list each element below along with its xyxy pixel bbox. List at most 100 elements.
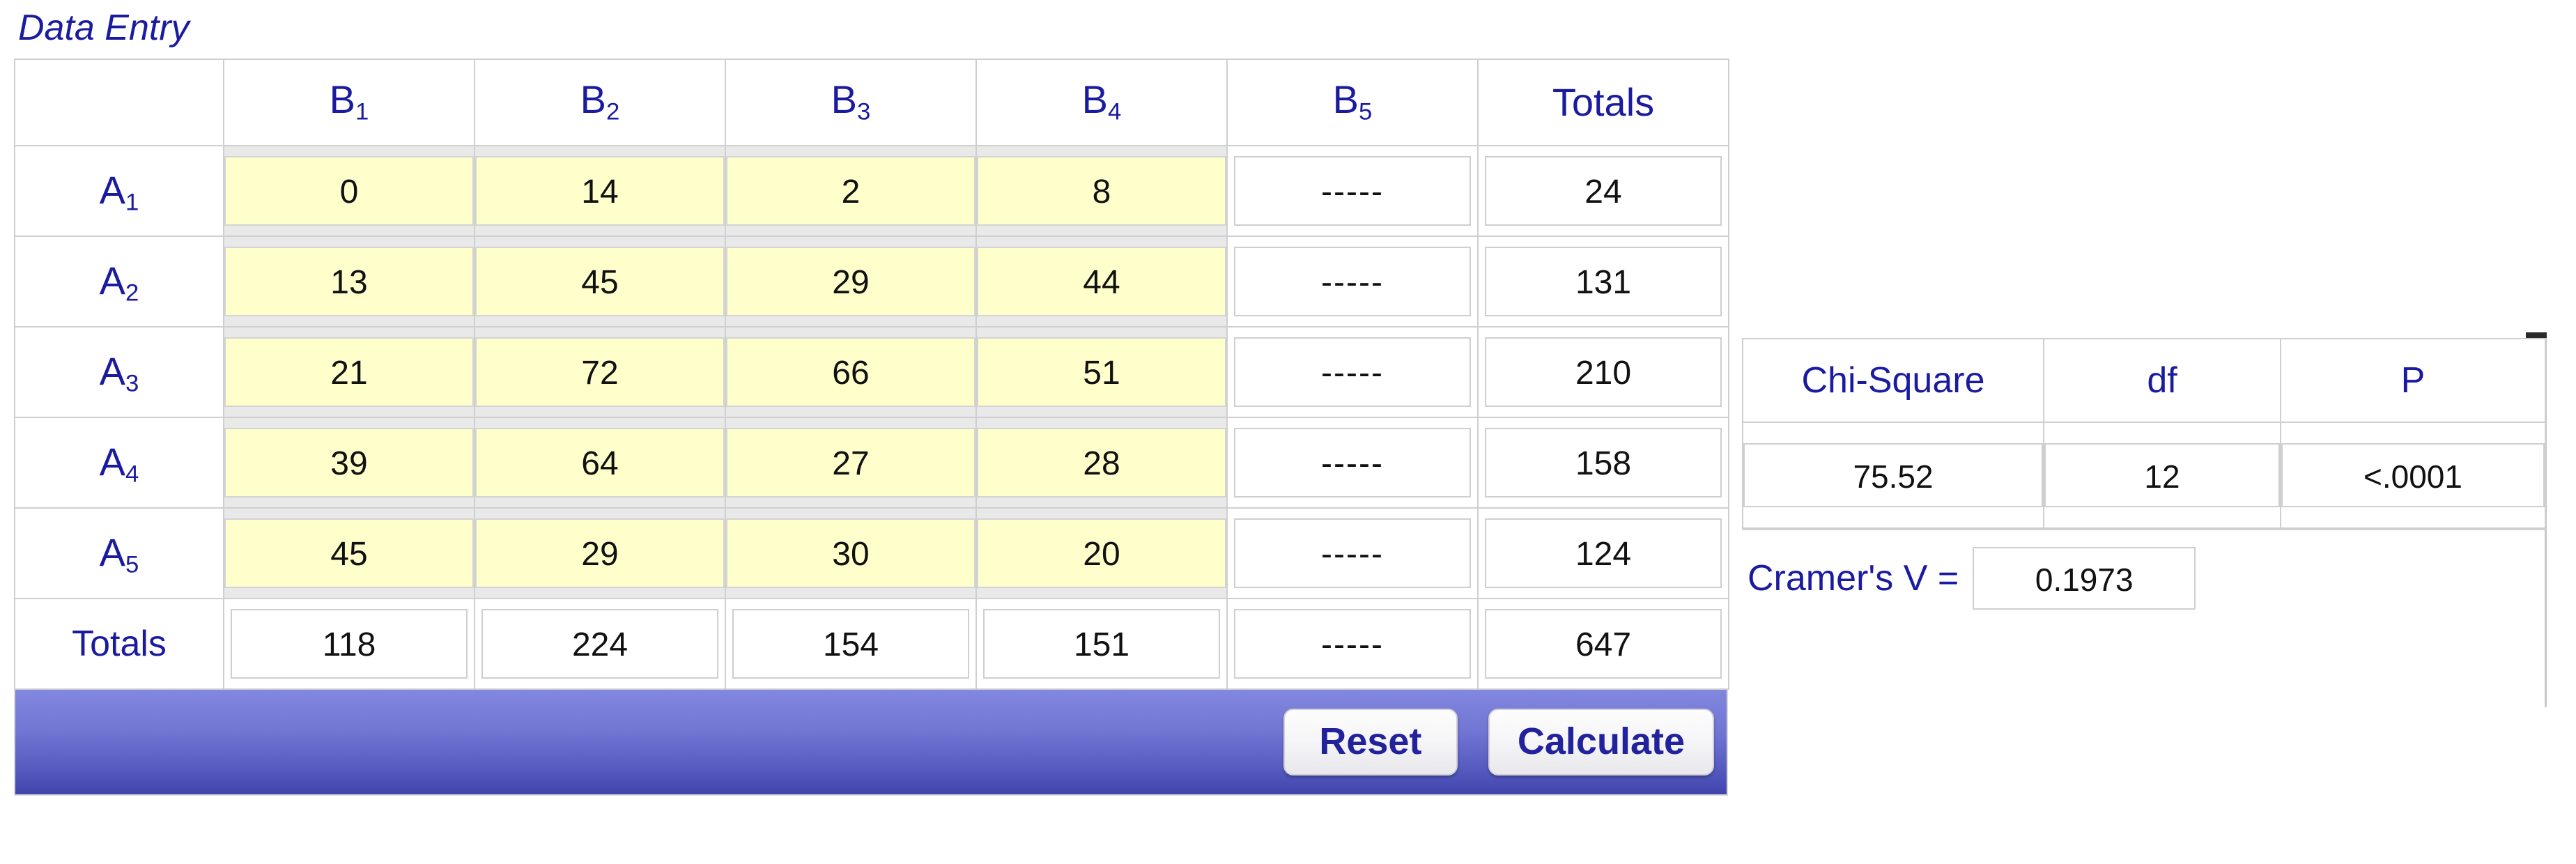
value-df: 12 <box>2044 443 2280 507</box>
cell-a3-b4[interactable]: 51 <box>975 326 1228 418</box>
subscript: 5 <box>1359 99 1373 125</box>
results-header-p: P <box>2280 338 2546 423</box>
value-p: <.0001 <box>2281 443 2545 507</box>
row-label-a2: A2 <box>14 236 224 327</box>
cell-a1-b5[interactable]: ----- <box>1226 145 1479 237</box>
input-a2-b2[interactable]: 45 <box>475 247 725 316</box>
cell-a1-b1[interactable]: 0 <box>223 145 475 237</box>
cell-total-b2: 224 <box>474 598 726 690</box>
table-row: A2 13 45 29 44 ----- 131 <box>14 236 1729 327</box>
reset-button[interactable]: Reset <box>1283 709 1458 776</box>
subscript: 3 <box>857 99 871 125</box>
subscript: 2 <box>606 99 620 125</box>
subscript: 5 <box>125 551 139 578</box>
column-header-b2: B2 <box>474 59 726 146</box>
column-header-b4: B4 <box>975 59 1228 146</box>
column-header-b5: B5 <box>1226 59 1479 146</box>
input-a4-b2[interactable]: 64 <box>475 428 725 497</box>
cell-a3-b1[interactable]: 21 <box>223 326 475 418</box>
cell-a3-total: 210 <box>1477 326 1729 418</box>
cell-a5-total: 124 <box>1477 507 1729 599</box>
subscript: 3 <box>125 370 139 397</box>
column-total-b4: 151 <box>983 609 1220 679</box>
cell-a1-total: 24 <box>1477 145 1729 237</box>
cell-a3-b5[interactable]: ----- <box>1226 326 1479 418</box>
cramers-v-label: Cramer's V = <box>1748 558 1959 599</box>
input-a4-b3[interactable]: 27 <box>726 428 975 497</box>
cell-a1-b2[interactable]: 14 <box>474 145 726 237</box>
corner-cell <box>14 59 224 146</box>
row-label-totals: Totals <box>14 598 224 690</box>
cell-a4-total: 158 <box>1477 417 1729 509</box>
cell-a4-b3[interactable]: 27 <box>725 417 977 509</box>
cell-a5-b3[interactable]: 30 <box>725 507 977 599</box>
cell-a5-b2[interactable]: 29 <box>474 507 726 599</box>
cell-a5-b1[interactable]: 45 <box>223 507 475 599</box>
input-a2-b5[interactable]: ----- <box>1234 247 1471 316</box>
input-a1-b5[interactable]: ----- <box>1234 156 1471 226</box>
row-label-a5: A5 <box>14 507 224 599</box>
input-a3-b3[interactable]: 66 <box>726 337 975 407</box>
input-a5-b1[interactable]: 45 <box>224 518 474 588</box>
input-a1-b1[interactable]: 0 <box>224 156 474 226</box>
cell-a4-b2[interactable]: 64 <box>474 417 726 509</box>
results-header-df: df <box>2043 338 2281 423</box>
cell-a5-b5[interactable]: ----- <box>1226 507 1479 599</box>
row-total-a5: 124 <box>1485 518 1722 588</box>
input-a3-b2[interactable]: 72 <box>475 337 725 407</box>
row-total-a1: 24 <box>1485 156 1722 226</box>
results-header-row: Chi-Square df P <box>1742 338 2546 423</box>
cell-a4-b1[interactable]: 39 <box>223 417 475 509</box>
calculate-button[interactable]: Calculate <box>1488 709 1714 776</box>
row-label-a3: A3 <box>14 326 224 418</box>
cell-a5-b4[interactable]: 20 <box>975 507 1228 599</box>
cramers-v-row: Cramer's V = 0.1973 <box>1742 529 2545 612</box>
subscript: 1 <box>355 99 369 125</box>
input-a5-b2[interactable]: 29 <box>475 518 725 588</box>
row-total-a3: 210 <box>1485 337 1722 407</box>
results-panel: Chi-Square df P 75.52 12 <.0001 Cramer's… <box>1742 332 2547 707</box>
row-total-a4: 158 <box>1485 428 1722 497</box>
input-a3-b5[interactable]: ----- <box>1234 337 1471 407</box>
cell-total-b5: ----- <box>1226 598 1479 690</box>
data-entry-panel: Data Entry B1 B2 B3 B4 B5 Totals A1 0 14… <box>14 0 1742 796</box>
subscript: 2 <box>125 279 139 307</box>
input-a3-b4[interactable]: 51 <box>977 337 1226 407</box>
table-row: A4 39 64 27 28 ----- 158 <box>14 417 1729 509</box>
cell-a1-b4[interactable]: 8 <box>975 145 1228 237</box>
input-a1-b4[interactable]: 8 <box>977 156 1226 226</box>
column-header-b3: B3 <box>725 59 977 146</box>
input-a5-b5[interactable]: ----- <box>1234 518 1471 588</box>
action-bar: Reset Calculate <box>14 690 1728 796</box>
cell-a4-b4[interactable]: 28 <box>975 417 1228 509</box>
results-table: Chi-Square df P 75.52 12 <.0001 <box>1742 338 2546 529</box>
row-label-a1: A1 <box>14 145 224 237</box>
cell-a2-b3[interactable]: 29 <box>725 236 977 327</box>
input-a5-b3[interactable]: 30 <box>726 518 975 588</box>
column-header-totals: Totals <box>1477 59 1729 146</box>
input-a4-b1[interactable]: 39 <box>224 428 474 497</box>
input-a2-b4[interactable]: 44 <box>977 247 1226 316</box>
cramers-v-value: 0.1973 <box>1973 547 2196 610</box>
cell-a3-b3[interactable]: 66 <box>725 326 977 418</box>
cell-a2-b2[interactable]: 45 <box>474 236 726 327</box>
cell-a3-b2[interactable]: 72 <box>474 326 726 418</box>
input-a4-b5[interactable]: ----- <box>1234 428 1471 497</box>
cell-a4-b5[interactable]: ----- <box>1226 417 1479 509</box>
column-total-b5: ----- <box>1234 609 1471 679</box>
cell-total-b3: 154 <box>725 598 977 690</box>
input-a5-b4[interactable]: 20 <box>977 518 1226 588</box>
cell-a2-b5[interactable]: ----- <box>1226 236 1479 327</box>
cell-a1-b3[interactable]: 2 <box>725 145 977 237</box>
cell-a2-b4[interactable]: 44 <box>975 236 1228 327</box>
input-a2-b1[interactable]: 13 <box>224 247 474 316</box>
cell-a2-b1[interactable]: 13 <box>223 236 475 327</box>
contingency-table: B1 B2 B3 B4 B5 Totals A1 0 14 2 8 ----- … <box>14 59 1729 690</box>
cell-p: <.0001 <box>2280 422 2546 529</box>
input-a1-b2[interactable]: 14 <box>475 156 725 226</box>
input-a3-b1[interactable]: 21 <box>224 337 474 407</box>
input-a1-b3[interactable]: 2 <box>726 156 975 226</box>
input-a4-b4[interactable]: 28 <box>977 428 1226 497</box>
input-a2-b3[interactable]: 29 <box>726 247 975 316</box>
subscript: 1 <box>125 189 139 216</box>
